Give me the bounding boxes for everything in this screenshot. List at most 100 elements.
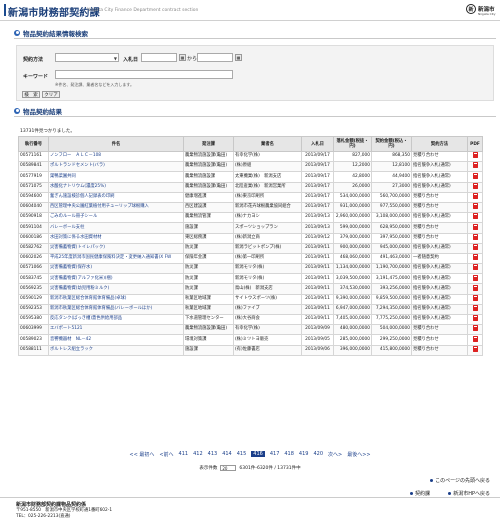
keyword-note: ※件名、発注課、業者名などを入力します。 [55,82,134,87]
cell-subject-link[interactable]: 平成25年度新潟市国民健康保険料決定・変更納入通知書(X FW [48,252,184,265]
pdf-icon[interactable] [472,284,478,291]
cell-subject-link[interactable]: 音響機器材 NL－42 [48,334,184,346]
pager-page-link[interactable]: 419 [299,451,309,457]
results-table: 執行番号 件名 発注課 業者名 入札日 落札金額(税抜・円) 契約金額(税込・円… [18,136,483,356]
pdf-icon[interactable] [472,244,478,250]
pager-page-link[interactable]: 413 [208,451,218,457]
pager-next-link[interactable]: 次へ> [328,451,342,458]
cell-contract-amount: 299,250,0000 [371,334,412,346]
cell-contract-amount: 9,859,500,0000 [371,293,412,305]
pdf-icon[interactable] [472,274,478,281]
cell-subject-link[interactable]: 西区管理中央公園紅葉植付用チューリップ球根購入 [48,201,184,214]
cell-subject-link[interactable]: ボルトレス組立ラック [48,344,184,356]
pdf-icon[interactable] [472,315,478,322]
pdf-icon[interactable] [472,295,478,301]
pager-last-link[interactable]: 最後へ>> [347,451,370,458]
clear-button[interactable]: クリア [42,91,60,98]
cell-subject-link[interactable]: ごみのルール冊子シール [48,212,184,224]
col-header-number[interactable]: 執行番号 [18,136,49,152]
pdf-icon[interactable] [472,203,478,210]
cell-subject-link[interactable]: 新潟市秋葉区総合体育館体育備品(バレーボールほか) [48,303,184,316]
pager-page-link[interactable]: 420 [313,451,323,457]
cell-subject-link[interactable]: 水酸化ナトリウム(濃度25%) [48,181,184,193]
pager-prev-link[interactable]: <前へ [159,451,173,458]
cell-subject-link[interactable]: 反応タンク(ばっき槽)蓋色供給用部品 [48,313,184,326]
cell-number: 00569235 [18,283,49,295]
col-header-contract-amount[interactable]: 契約金額(税込・円) [371,136,412,152]
cell-subject-link[interactable]: 災害備蓄物資(保存水) [48,263,184,275]
pdf-icon[interactable] [472,234,478,240]
cell-subject-link[interactable]: バレーボール支柱 [48,222,184,234]
city-logo[interactable]: 新 新潟市 Niigata City [466,3,496,18]
pager-page-link[interactable]: 415 [237,451,247,457]
cell-contract-amount: 44,9400 [371,171,412,183]
cell-subject-link[interactable]: 新潟市秋葉区総合体育館体育備品(卓球) [48,293,184,305]
contract-section-link[interactable]: 契約課 [409,490,430,497]
pdf-icon[interactable] [472,213,478,220]
cell-award-amount: 1,134,000,0000 [333,263,372,275]
pager-first-link[interactable]: << 最初へ [129,451,154,458]
col-header-bid-date[interactable]: 入札日 [301,136,334,152]
pdf-icon[interactable] [472,305,478,312]
cell-number: 00589023 [18,334,49,346]
cell-pdf [467,150,483,163]
pager-page-link[interactable]: 411 [179,451,189,457]
col-header-award-amount[interactable]: 落札金額(税抜・円) [333,136,372,152]
cell-pdf [467,283,483,295]
pdf-icon[interactable] [472,223,478,230]
pdf-icon[interactable] [472,152,478,159]
cell-subject-link[interactable]: 災害備蓄物資(幼児用粉ミルク) [48,283,184,295]
cell-subject-link[interactable]: 奮ぎん施設検診個人記録表の印刷 [48,191,184,203]
calendar-from-icon[interactable]: ▦ [179,54,186,61]
pagination: << 最初へ <前へ 411 412 413 414 415 416 417 4… [0,450,500,458]
pager-page-link[interactable]: 414 [222,451,232,457]
back-to-top-link[interactable]: このページの先頭へ戻る [430,477,490,484]
col-header-subject[interactable]: 件名 [48,136,184,152]
cell-subject-link[interactable]: 災害備蓄物資(アルファ化米)(梱) [48,273,184,285]
table-row: 00591104 バレーボール支柱 施設課 スポーツショップラン 2013/09/13 5… [18,222,483,234]
pdf-icon[interactable] [472,335,478,342]
cell-subject-link[interactable]: 災害備蓄物資(トイレパック) [48,242,184,254]
cell-subject-link[interactable]: ノンフロー ＡＬＣ－108 [48,150,184,163]
date-from-input[interactable] [141,53,177,62]
date-to-input[interactable] [197,53,233,62]
search-form: 契約方法 ▼ 入札日 ▦ から ▦ キーワード ※件名、発注課、業者名などを入力… [16,45,494,101]
table-row: 00589841 ポルトランドセメント(バラ) 農業物流施設課(亀田) (株)原組 20… [18,161,483,173]
pager-page-link[interactable]: 417 [270,451,280,457]
cell-number: 00591104 [18,222,49,234]
pager-page-link[interactable]: 412 [193,451,203,457]
col-header-method[interactable]: 契約方法 [411,136,468,152]
footer-divider [0,497,500,498]
calendar-to-icon[interactable]: ▦ [235,54,242,61]
col-header-vendor[interactable]: 業者名 [233,136,302,152]
table-row: 00571161 ノンフロー ＡＬＣ－108 農業物流施設課(亀田) 有幸化学(株) 2… [18,150,483,163]
cell-number: 00594600 [18,191,49,203]
pdf-icon[interactable] [472,254,478,261]
cell-subject-link[interactable]: ポルトランドセメント(バラ) [48,161,184,173]
cell-subject-link[interactable]: 水田対策に係る水田資材材 [48,232,184,244]
pager-page-link[interactable]: 418 [284,451,294,457]
pdf-icon[interactable] [472,183,478,189]
pdf-icon[interactable] [472,193,478,200]
table-row: 00602026 平成25年度新潟市国民健康保険料決定・変更納入通知書(X FW 保… [18,252,483,265]
city-home-link[interactable]: 新潟市HPへ戻る [448,490,490,497]
cell-contract-amount: 1,190,700,0000 [371,263,412,275]
method-select[interactable]: ▼ [55,53,119,62]
pdf-icon[interactable] [472,264,478,271]
cell-department: 防災課 [183,242,234,254]
pdf-icon[interactable] [472,346,478,352]
pdf-icon[interactable] [472,325,478,332]
col-header-department[interactable]: 発注課 [183,136,234,152]
cell-department: 農業物流管課 [183,212,234,224]
table-row: 00594600 奮ぎん施設検診個人記録表の印刷 健康増進課 (株)東京印刷所 2013… [18,191,483,203]
pdf-icon[interactable] [472,172,478,179]
per-page-select[interactable]: 20 [220,465,237,471]
site-header: 新潟市財務部契約課 Niigata City Finance Departmen… [0,0,500,20]
pdf-icon[interactable] [472,162,478,169]
keyword-input[interactable] [55,70,233,79]
cell-number: 00571075 [18,181,49,193]
search-button[interactable]: 検 索 [22,91,40,98]
cell-subject-link[interactable]: エバポート5121 [48,324,184,336]
cell-subject-link[interactable]: 巣鴨菜園共同 [48,171,184,183]
pager-current-page: 416 [251,451,265,457]
